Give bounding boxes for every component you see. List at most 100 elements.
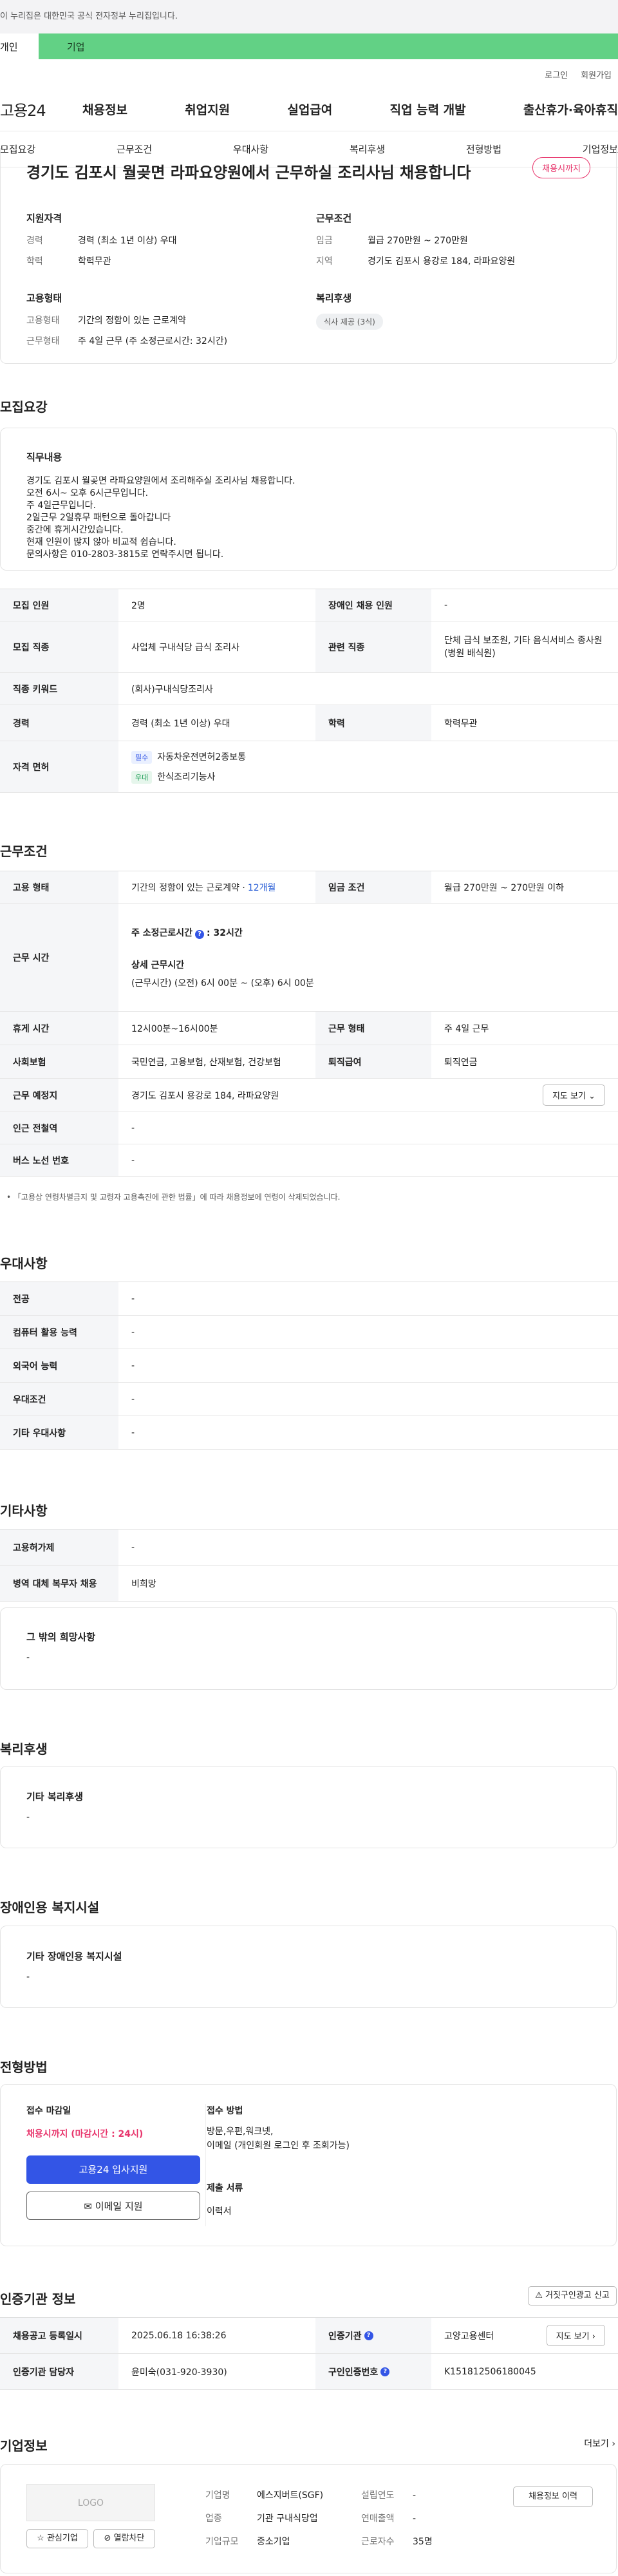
cell-header: 장애인 채용 인원 (315, 589, 431, 621)
gnb-item-unemployment[interactable]: 실업급여 (287, 100, 332, 118)
table-row: 자격 면허 필수 자동차운전면허2종보통 우대 한식조리기능사 (0, 741, 618, 793)
favorite-label: 관심기업 (46, 2533, 78, 2543)
agency-map-label: 지도 보기 (556, 2332, 590, 2342)
help-icon[interactable]: ? (380, 2367, 390, 2376)
cell-header: 고용 형태 (0, 871, 118, 903)
cond-key: 지역 (316, 256, 333, 267)
mail-icon: ✉ (84, 2201, 92, 2212)
table-row: 사회보험 국민연금, 고용보험, 산재보험, 건강보험 퇴직급여 퇴직연금 (0, 1045, 618, 1079)
preference-table: 전공 - 컴퓨터 활용 능력 - 외국어 능력 - 우대조건 - 기타 우대사항 - (0, 1282, 618, 1450)
cell-header: 사회보험 (0, 1045, 118, 1078)
hours-detail: 주 소정근로시간?: 32시간 상세 근무시간 (근무시간) (오전) 6시 0… (118, 904, 618, 1011)
qual-value: 학력무관 (78, 256, 111, 267)
report-icon: ⚠ (535, 2291, 543, 2300)
company-value: 에스지버트(SGF) (257, 2490, 324, 2501)
work-table: 고용 형태 기간의 정함이 있는 근로계약 · 12개월 임금 조건 월급 27… (0, 871, 618, 1177)
chevron-right-icon: › (612, 2439, 615, 2449)
table-row: 외국어 능력 - (0, 1349, 618, 1383)
recruit-history-button[interactable]: 채용정보 이력 (513, 2486, 593, 2507)
welfare-title: 복리후생 (316, 292, 352, 304)
email-apply-button[interactable]: ✉ 이메일 지원 (26, 2192, 200, 2220)
apply-button[interactable]: 고용24 입사지원 (26, 2155, 200, 2184)
table-row: 전공 - (0, 1282, 618, 1316)
disability-box: 기타 장애인용 복지시설 - (0, 1926, 617, 2008)
cell-value: - (131, 1327, 135, 1338)
emp-type-text: 기간의 정함이 있는 근로계약 · (131, 882, 245, 893)
cell-value: 경기도 김포시 용강로 184, 라파요양원 지도 보기 ⌄ (118, 1079, 618, 1112)
license-name: 한식조리기능사 (157, 772, 216, 782)
age-note: • 「고용상 연령차별금지 및 고령자 고용촉진에 관한 법률」에 따라 채용정… (6, 1193, 341, 1202)
site-logo[interactable]: 고용24 (0, 98, 82, 120)
cell-value: - (444, 600, 448, 611)
cell-header: 자격 면허 (0, 741, 118, 792)
welfare-box: 기타 복리후생 - (0, 1766, 617, 1848)
more-link[interactable]: 더보기 › (584, 2437, 615, 2450)
company-value: 중소기업 (257, 2537, 290, 2547)
gnb: 고용24 채용정보 취업지원 실업급여 직업 능력 개발 출산휴가·육아휴직 (0, 88, 618, 131)
help-icon[interactable]: ? (195, 929, 205, 939)
cell-header: 근무 시간 (0, 904, 118, 1011)
section-title-preference: 우대사항 (0, 1256, 48, 1271)
chevron-down-icon: ⌄ (588, 1092, 595, 1101)
report-button[interactable]: ⚠ 거짓구인광고 신고 (528, 2286, 617, 2306)
emp-row: 근무형태 주 4일 근무 (주 소정근로시간: 32시간) (26, 334, 297, 347)
company-key: 연매출액 (361, 2514, 395, 2524)
agency-map-button[interactable]: 지도 보기 › (546, 2325, 605, 2346)
other-wishes-box: 그 밖의 희망사항 - (0, 1607, 617, 1690)
emp-value: 주 4일 근무 (주 소정근로시간: 32시간) (78, 336, 228, 346)
login-link[interactable]: 로그인 (545, 68, 568, 88)
table-row: 컴퓨터 활용 능력 - (0, 1316, 618, 1349)
method-line: 이메일 (개인회원 로그인 후 조회가능) (207, 2141, 350, 2151)
job-line: 경기도 김포시 월곶면 라파요양원에서 조리해주실 조리사님 채용합니다. (26, 476, 295, 486)
cell-value: 주 4일 근무 (444, 1023, 489, 1034)
gnb-item-training[interactable]: 직업 능력 개발 (390, 100, 466, 118)
weekly-label: 주 소정근로시간 (131, 927, 193, 938)
cond-value: 월급 270만원 ~ 270만원 (368, 236, 468, 246)
cell-header: 기타 우대사항 (0, 1416, 118, 1449)
cell-header: 인증기관 담당자 (0, 2354, 118, 2389)
method-value: 방문,우편,워크넷, 이메일 (개인회원 로그인 후 조회가능) (207, 2125, 350, 2153)
license-list: 필수 자동차운전면허2종보통 우대 한식조리기능사 (118, 741, 618, 792)
table-row: 우대조건 - (0, 1383, 618, 1416)
company-info-col-1: 기업명 에스지버트(SGF) 업종 기관 구내식당업 기업규모 중소기업 (205, 2484, 323, 2553)
star-icon: ☆ (37, 2533, 44, 2543)
weekly-hours: 주 소정근로시간?: 32시간 (131, 926, 243, 939)
license-name: 자동차운전면허2종보통 (157, 752, 246, 762)
gnb-item-leave[interactable]: 출산휴가·육아휴직 (523, 100, 618, 118)
help-icon[interactable]: ? (364, 2331, 373, 2340)
company-key: 기업규모 (205, 2537, 239, 2547)
welfare-chip: 식사 제공 (3식) (316, 314, 383, 330)
block-company-button[interactable]: ⊘ 열람차단 (93, 2529, 155, 2548)
cell-value: K151812506180045 (444, 2366, 536, 2377)
method-label: 접수 방법 (207, 2106, 243, 2116)
section-title-company: 기업정보 (0, 2438, 48, 2454)
emp-key: 고용형태 (26, 316, 60, 326)
cell-value: 단체 급식 보조원, 기타 음식서비스 종사원(병원 배식원) (444, 635, 603, 659)
detail-label: 상세 근무시간 (131, 960, 185, 971)
cell-header: 구인인증번호? (315, 2354, 431, 2389)
cell-header: 퇴직급여 (315, 1045, 431, 1078)
page-title: 경기도 김포시 월곶면 라파요양원에서 근무하실 조리사님 채용합니다 (26, 164, 471, 182)
signup-link[interactable]: 회원가입 (581, 68, 612, 88)
job-line: 오전 6시~ 오후 6시근무입니다. (26, 488, 149, 498)
table-row: 휴게 시간 12시00분~16시00분 근무 형태 주 4일 근무 (0, 1012, 618, 1045)
job-line: 주 4일근무입니다. (26, 500, 96, 511)
company-row: 근로자수 35명 (361, 2530, 433, 2553)
gnb-item-jobs[interactable]: 채용정보 (82, 100, 127, 118)
favorite-company-button[interactable]: ☆ 관심기업 (26, 2529, 88, 2548)
emp-months: 12개월 (247, 882, 276, 893)
employment-title: 고용형태 (26, 292, 62, 304)
map-button[interactable]: 지도 보기 ⌄ (542, 1084, 605, 1106)
cell-value: 12시00분~16시00분 (131, 1023, 218, 1034)
chevron-right-icon: › (592, 2332, 595, 2342)
preferred-tag: 우대 (131, 770, 153, 784)
tab-personal[interactable]: 개인 (0, 33, 39, 59)
recruit-table: 모집 인원 2명 장애인 채용 인원 - 모집 직종 사업체 구내식당 급식 조… (0, 589, 618, 793)
other-wishes-value: - (26, 1653, 30, 1663)
tab-company[interactable]: 기업 (39, 33, 618, 59)
gnb-item-support[interactable]: 취업지원 (185, 100, 230, 118)
table-row: 경력 경력 (최소 1년 이상) 우대 학력 학력무관 (0, 705, 618, 741)
email-apply-label: 이메일 지원 (95, 2201, 143, 2212)
table-row: 모집 인원 2명 장애인 채용 인원 - (0, 589, 618, 621)
cell-value: 2025.06.18 16:38:26 (131, 2330, 227, 2341)
